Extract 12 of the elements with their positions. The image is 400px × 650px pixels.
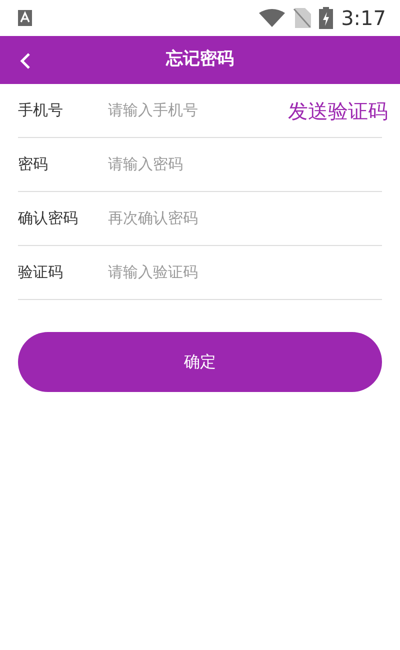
send-code-button[interactable]: 发送验证码 [288,96,388,126]
battery-charging-icon [319,7,334,29]
field-label: 确认密码 [18,208,79,230]
field-label: 密码 [18,154,49,176]
field-label: 验证码 [18,262,64,284]
wifi-icon [259,9,286,27]
notification-icon [18,10,32,26]
no-sim-icon [293,8,312,28]
page-title: 忘记密码 [166,48,234,72]
field-label: 手机号 [18,100,64,122]
status-time: 3:17 [341,5,386,32]
confirm-button[interactable]: 确定 [18,332,382,392]
